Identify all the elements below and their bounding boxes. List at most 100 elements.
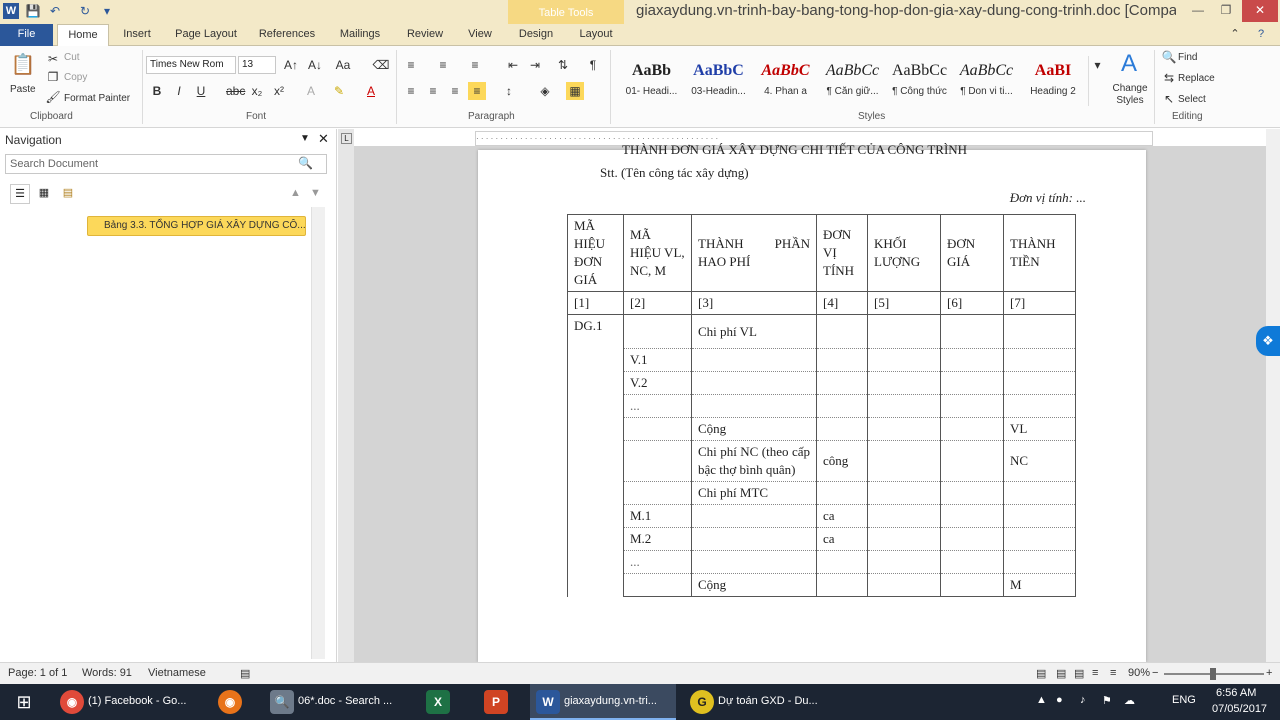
tab-file[interactable]: File	[0, 24, 53, 46]
tab-layout[interactable]: Layout	[572, 24, 620, 46]
minimize-icon[interactable]: —	[1184, 0, 1212, 22]
copy-icon[interactable]: ❐	[44, 68, 62, 86]
table-cell[interactable]	[867, 348, 941, 372]
table-cell[interactable]	[867, 371, 941, 395]
decrease-indent-icon[interactable]: ⇤	[504, 56, 522, 74]
styles-scroll-icon[interactable]: ▾	[1088, 56, 1106, 106]
tab-insert[interactable]: Insert	[113, 24, 161, 46]
table-cell[interactable]: Chi phí VL	[691, 314, 817, 349]
table-cell[interactable]: Chi phí MTC	[691, 481, 817, 505]
tab-page-layout[interactable]: Page Layout	[168, 24, 244, 46]
table-cell[interactable]: M	[1003, 573, 1076, 597]
style-can-giua[interactable]: AaBbCc ¶ Căn giữ...	[819, 56, 886, 108]
browse-pages-icon[interactable]: ▦	[34, 184, 54, 204]
restore-icon[interactable]: ❐	[1212, 0, 1240, 22]
table-cell[interactable]	[816, 394, 868, 418]
select-button[interactable]: Select	[1178, 94, 1206, 105]
table-index-cell[interactable]: [7]	[1003, 291, 1076, 315]
table-cell[interactable]: ...	[623, 394, 692, 418]
help-icon[interactable]: ?	[1250, 24, 1272, 46]
draft-icon[interactable]: ≡	[1110, 667, 1116, 679]
table-cell[interactable]	[691, 550, 817, 574]
document-scrollbar[interactable]	[1266, 129, 1280, 662]
multilevel-list-icon[interactable]: ≡	[466, 56, 484, 74]
table-cell[interactable]: ca	[816, 504, 868, 528]
style-phan-a[interactable]: AaBbC 4. Phan a	[752, 56, 819, 108]
replace-button[interactable]: Replace	[1178, 73, 1215, 84]
table-cell[interactable]	[816, 481, 868, 505]
table-cell[interactable]	[940, 550, 1004, 574]
table-cell[interactable]	[1003, 394, 1076, 418]
table-cell[interactable]	[867, 573, 941, 597]
borders-icon[interactable]: ▦	[566, 82, 584, 100]
table-cell[interactable]	[691, 504, 817, 528]
select-icon[interactable]: ↖	[1160, 90, 1178, 108]
table-cell[interactable]	[1003, 348, 1076, 372]
find-icon[interactable]: 🔍	[1160, 48, 1178, 66]
table-cell[interactable]: V.2	[623, 371, 692, 395]
taskbar-gxd[interactable]: G Dự toán GXD - Du...	[684, 684, 830, 720]
table-cell[interactable]	[623, 417, 692, 441]
strikethrough-icon[interactable]: abc	[226, 82, 245, 100]
superscript-icon[interactable]: x²	[270, 82, 288, 100]
table-cell[interactable]	[1003, 371, 1076, 395]
style-don-vi-tinh[interactable]: AaBbCc ¶ Don vi ti...	[953, 56, 1020, 108]
nav-scrollbar[interactable]	[311, 207, 325, 659]
tab-home[interactable]: Home	[57, 24, 109, 47]
table-cell[interactable]	[867, 440, 941, 482]
table-header-cell[interactable]: KHỐI LƯỢNG	[867, 214, 941, 292]
table-cell[interactable]	[1003, 314, 1076, 349]
zoom-out-icon[interactable]: −	[1152, 667, 1158, 679]
table-cell[interactable]	[867, 417, 941, 441]
web-layout-icon[interactable]: ▤	[1074, 667, 1084, 680]
table-cell[interactable]	[940, 417, 1004, 441]
tab-selector-icon[interactable]: L	[341, 133, 352, 144]
table-cell[interactable]: NC	[1003, 440, 1076, 482]
table-cell[interactable]	[691, 348, 817, 372]
table-cell[interactable]: ca	[816, 527, 868, 551]
tab-references[interactable]: References	[252, 24, 322, 46]
zoom-in-icon[interactable]: +	[1266, 667, 1272, 679]
style-heading-2[interactable]: AaBI Heading 2	[1020, 56, 1086, 108]
table-index-cell[interactable]: [2]	[623, 291, 692, 315]
table-index-cell[interactable]: [6]	[940, 291, 1004, 315]
paste-icon[interactable]: 📋	[10, 52, 36, 78]
text-effects-icon[interactable]: A	[302, 82, 320, 100]
table-cell[interactable]	[816, 573, 868, 597]
browse-headings-icon[interactable]: ☰	[10, 184, 30, 204]
close-icon[interactable]: ✕	[1242, 0, 1278, 22]
redo-icon[interactable]: ↻	[76, 3, 94, 19]
language-indicator[interactable]: Vietnamese	[148, 667, 206, 679]
subscript-icon[interactable]: x₂	[248, 82, 266, 100]
align-right-icon[interactable]: ≡	[446, 82, 464, 100]
table-cell[interactable]	[1003, 550, 1076, 574]
font-size-combo[interactable]: 13	[238, 56, 276, 74]
print-layout-icon[interactable]: ▤	[1036, 667, 1046, 680]
tab-view[interactable]: View	[458, 24, 502, 46]
table-cell[interactable]: M.1	[623, 504, 692, 528]
table-cell[interactable]	[940, 481, 1004, 505]
table-cell[interactable]	[940, 394, 1004, 418]
table-cell[interactable]	[867, 550, 941, 574]
style-cong-thuc[interactable]: AaBbCc ¶ Công thức	[886, 56, 953, 108]
dropbox-icon[interactable]: ❖	[1256, 326, 1280, 356]
shrink-font-icon[interactable]: A↓	[306, 56, 324, 74]
cut-button[interactable]: Cut	[64, 52, 80, 63]
table-cell[interactable]	[1003, 527, 1076, 551]
table-cell[interactable]	[940, 371, 1004, 395]
table-cell[interactable]: công	[816, 440, 868, 482]
clear-formatting-icon[interactable]: ⌫	[372, 56, 390, 74]
search-document-input[interactable]: Search Document	[5, 154, 327, 174]
full-screen-icon[interactable]: ▤	[1056, 667, 1066, 680]
table-cell[interactable]	[940, 573, 1004, 597]
table-index-cell[interactable]: [3]	[691, 291, 817, 315]
table-cell[interactable]: M.2	[623, 527, 692, 551]
undo-icon[interactable]: ↶	[46, 3, 64, 19]
table-cell[interactable]	[1003, 481, 1076, 505]
find-button[interactable]: Find	[1178, 52, 1197, 63]
table-cell[interactable]	[940, 504, 1004, 528]
table-cell[interactable]: Cộng	[691, 417, 817, 441]
tray-flag-icon[interactable]: ⚑	[1102, 694, 1112, 707]
nav-heading-item[interactable]: Bảng 3.3. TỔNG HỢP GIÁ XÂY DỰNG CÔ...	[87, 216, 306, 236]
copy-button[interactable]: Copy	[64, 72, 87, 83]
